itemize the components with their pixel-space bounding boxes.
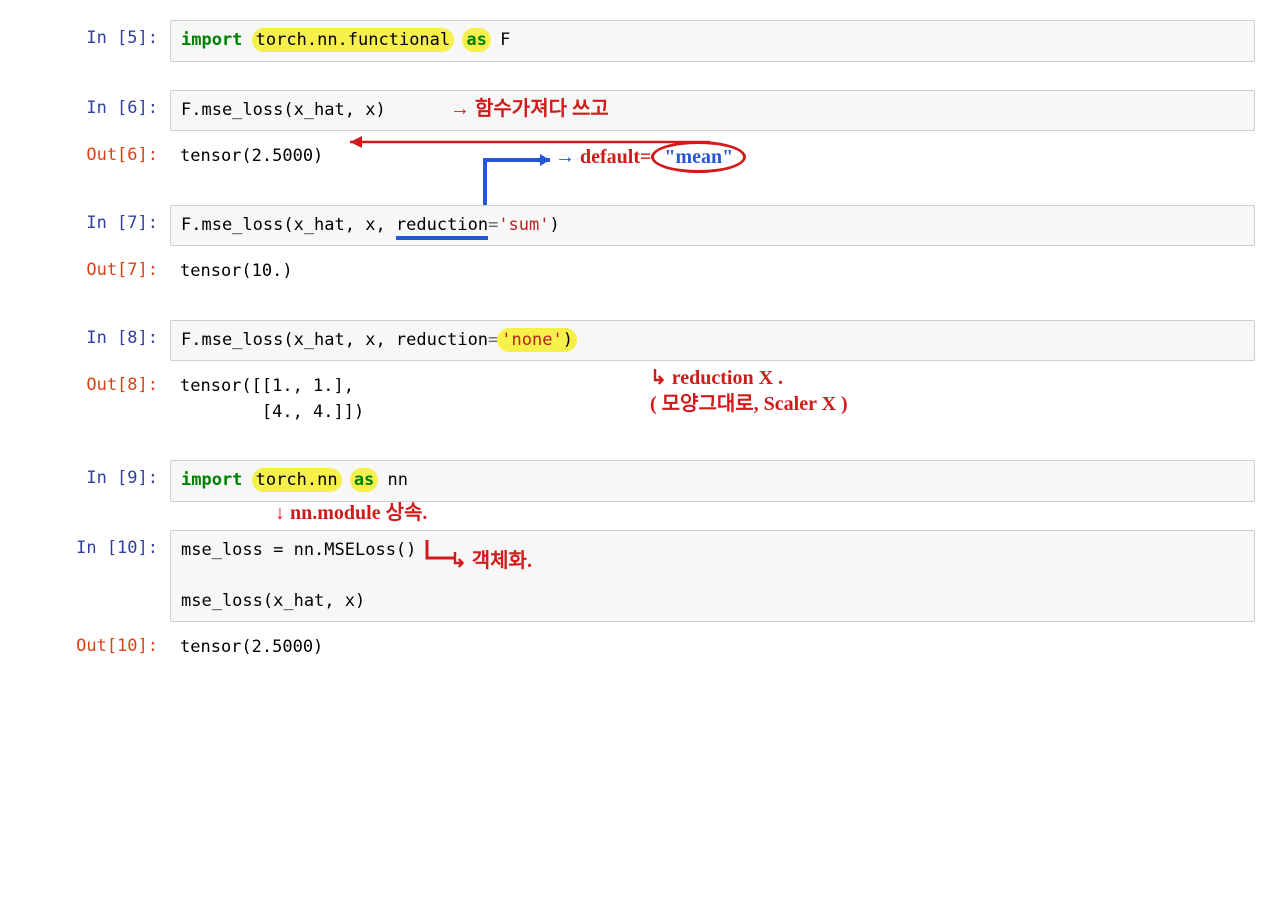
- prompt-in-8: In [8]:: [20, 320, 170, 348]
- cell-out-7: Out[7]: tensor(10.): [20, 252, 1255, 292]
- code-area-7[interactable]: F.mse_loss(x_hat, x, reduction='sum'): [170, 205, 1255, 247]
- cell-in-5: In [5]: import torch.nn.functional as F: [20, 20, 1255, 62]
- code-7-post: ): [550, 215, 560, 235]
- alias-f: F: [500, 30, 510, 50]
- cell-in-8: In [8]: F.mse_loss(x_hat, x, reduction='…: [20, 320, 1255, 362]
- output-7: tensor(10.): [170, 252, 1255, 292]
- highlight-torchnn: torch.nn: [252, 468, 342, 492]
- code-8-pre: F.mse_loss(x_hat, x, reduction: [181, 330, 488, 350]
- prompt-in-7: In [7]:: [20, 205, 170, 233]
- op-eq-7: =: [488, 215, 498, 235]
- keyword-reduction: reduction: [396, 215, 488, 240]
- cell-in-9: In [9]: import torch.nn as nn: [20, 460, 1255, 502]
- keyword-import-9: import: [181, 470, 242, 490]
- prompt-in-10: In [10]:: [20, 530, 170, 558]
- highlight-as: as: [462, 28, 490, 52]
- alias-nn: nn: [388, 470, 408, 490]
- cell-out-6: Out[6]: tensor(2.5000): [20, 137, 1255, 177]
- cell-in-6: In [6]: F.mse_loss(x_hat, x): [20, 90, 1255, 132]
- cell-out-8: Out[8]: tensor([[1., 1.], [4., 4.]]): [20, 367, 1255, 432]
- keyword-import: import: [181, 30, 242, 50]
- cell-in-7: In [7]: F.mse_loss(x_hat, x, reduction='…: [20, 205, 1255, 247]
- code-area-9[interactable]: import torch.nn as nn: [170, 460, 1255, 502]
- code-area-5[interactable]: import torch.nn.functional as F: [170, 20, 1255, 62]
- highlight-module: torch.nn.functional: [252, 28, 454, 52]
- code-area-10[interactable]: mse_loss = nn.MSELoss() mse_loss(x_hat, …: [170, 530, 1255, 623]
- prompt-out-10: Out[10]:: [20, 628, 170, 656]
- code-line-6: F.mse_loss(x_hat, x): [181, 100, 386, 120]
- output-8: tensor([[1., 1.], [4., 4.]]): [170, 367, 1255, 432]
- highlight-as-9: as: [350, 468, 378, 492]
- code-area-6[interactable]: F.mse_loss(x_hat, x): [170, 90, 1255, 132]
- str-sum: 'sum': [498, 215, 549, 235]
- highlight-none: 'none'): [497, 328, 577, 352]
- prompt-in-5: In [5]:: [20, 20, 170, 48]
- code-10-line2: mse_loss(x_hat, x): [181, 591, 365, 611]
- prompt-out-8: Out[8]:: [20, 367, 170, 395]
- prompt-in-6: In [6]:: [20, 90, 170, 118]
- prompt-out-6: Out[6]:: [20, 137, 170, 165]
- output-6: tensor(2.5000): [170, 137, 1255, 177]
- notebook-container: In [5]: import torch.nn.functional as F …: [20, 20, 1255, 668]
- prompt-out-7: Out[7]:: [20, 252, 170, 280]
- code-10-line1: mse_loss = nn.MSELoss(): [181, 540, 416, 560]
- prompt-in-9: In [9]:: [20, 460, 170, 488]
- cell-out-10: Out[10]: tensor(2.5000): [20, 628, 1255, 668]
- output-10: tensor(2.5000): [170, 628, 1255, 668]
- code-area-8[interactable]: F.mse_loss(x_hat, x, reduction='none'): [170, 320, 1255, 362]
- code-7-pre: F.mse_loss(x_hat, x,: [181, 215, 396, 235]
- cell-in-10: In [10]: mse_loss = nn.MSELoss() mse_los…: [20, 530, 1255, 623]
